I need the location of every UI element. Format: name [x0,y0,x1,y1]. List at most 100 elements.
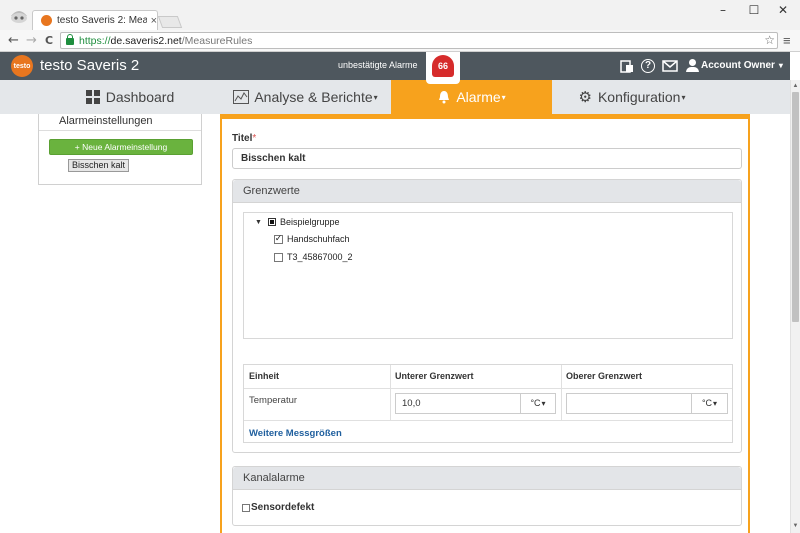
scroll-down-icon[interactable]: ▼ [791,521,800,531]
sensor-tree: ▼ Beispielgruppe ✓ Handschuhfach T3_4586… [243,212,733,339]
channel-alarms-section: Kanalalarme Sensordefekt [232,466,742,526]
divider [39,130,201,131]
column-header: Unterer Grenzwert [395,371,474,381]
account-menu[interactable]: Account Owner ▾ [686,59,783,72]
nav-alarms-label: Alarme [456,89,501,105]
user-icon [686,59,699,72]
item-checkbox[interactable] [274,252,283,262]
limits-heading: Grenzwerte [233,180,741,203]
column-header: Einheit [249,371,280,381]
url-path: /MeasureRules [181,34,253,47]
address-bar[interactable]: https:// de.saveris2.net /MeasureRules ☆ [60,32,778,49]
chevron-down-icon: ▾ [501,92,506,102]
lock-icon [66,34,74,45]
maximize-button[interactable]: ☐ [739,3,769,19]
scroll-up-icon[interactable]: ▲ [791,81,800,91]
column-divider [390,365,391,421]
sensor-defect-option[interactable]: Sensordefekt [242,502,314,513]
chevron-down-icon: ▾ [541,399,546,408]
alarm-bell-button[interactable]: 66 [426,52,460,84]
alarm-setting-item[interactable]: Bisschen kalt [68,159,129,172]
upper-limit-input[interactable] [566,393,692,414]
account-label: Account Owner [701,60,775,71]
panel-title: Alarmeinstellungen [59,115,153,127]
nav-configuration-label: Konfiguration [597,89,681,105]
sensor-defect-label: Sensordefekt [251,502,315,513]
upper-unit-label: °C [701,398,713,408]
nav-analysis-label: Analyse & Berichte [254,89,373,105]
url-protocol: https:// [79,34,111,47]
nav-dashboard[interactable]: Dashboard [40,80,220,114]
bell-icon [439,91,450,104]
sensor-defect-checkbox[interactable] [242,503,250,512]
close-window-button[interactable]: ✕ [768,3,798,19]
item-label: T3_45867000_2 [287,252,353,262]
app-name: testo Saveris 2 [40,57,140,74]
alarm-settings-panel: Alarmeinstellungen + Neue Alarmeinstellu… [38,114,202,185]
row-divider [244,420,732,421]
tree-item[interactable]: ✓ Handschuhfach [274,234,350,244]
new-alarm-setting-button[interactable]: + Neue Alarmeinstellung [49,139,193,155]
browser-tabstrip: testo Saveris 2: MeasureR × – ☐ ✕ [0,0,800,30]
nav-dashboard-label: Dashboard [105,89,175,105]
gear-icon: ⚙ [578,88,592,106]
item-label: Handschuhfach [287,234,350,244]
limits-table: Einheit Unterer Grenzwert Oberer Grenzwe… [243,364,733,443]
column-header: Oberer Grenzwert [566,371,643,381]
limits-section: Grenzwerte ▼ Beispielgruppe ✓ Handschuhf… [232,179,742,453]
group-label: Beispielgruppe [279,217,340,227]
nav-alarms[interactable]: Alarme ▾ [391,80,552,114]
bell-icon: 66 [432,55,454,77]
app-header: testo testo Saveris 2 unbestätigte Alarm… [0,52,790,80]
chart-icon [233,90,250,104]
tab-close-icon[interactable]: × [151,15,157,27]
lower-unit-dropdown[interactable]: °C▾ [520,393,556,414]
expand-triangle-icon[interactable]: ▼ [255,219,262,226]
alarm-count-badge: 66 [437,61,448,71]
help-icon[interactable]: ? [641,59,655,73]
chevron-down-icon: ▾ [778,61,783,70]
upper-unit-dropdown[interactable]: °C▾ [691,393,728,414]
devices-icon[interactable] [620,59,634,73]
minimize-button[interactable]: – [708,3,738,19]
mail-icon[interactable] [662,59,678,73]
main-navigation: Dashboard Analyse & Berichte ▾ Alarme ▾ … [0,80,790,114]
nav-configuration[interactable]: ⚙ Konfiguration ▾ [552,80,712,114]
browser-tab[interactable]: testo Saveris 2: MeasureR × [32,10,158,30]
tab-title: testo Saveris 2: MeasureR [57,15,147,26]
reload-icon[interactable]: C [45,34,53,47]
nav-analysis[interactable]: Analyse & Berichte ▾ [220,80,391,114]
column-divider [561,365,562,421]
favicon-icon [41,15,52,26]
channel-alarms-heading: Kanalalarme [233,467,741,490]
lower-limit-input[interactable]: 10,0 [395,393,521,414]
new-tab-button[interactable] [157,16,183,28]
required-marker: * [252,133,257,144]
page-scrollbar[interactable]: ▲ ▼ [790,80,800,533]
bookmark-star-icon[interactable]: ☆ [764,33,775,47]
forward-icon[interactable]: → [26,33,37,48]
unit-cell: Temperatur [249,395,298,406]
browser-toolbar: ← → C https:// de.saveris2.net /MeasureR… [0,30,800,52]
unconfirmed-alarms-label[interactable]: unbestätigte Alarme [338,60,418,70]
chevron-down-icon: ▾ [713,399,718,408]
title-label-text: Titel [232,133,253,144]
scroll-thumb[interactable] [792,92,799,322]
back-icon[interactable]: ← [8,33,19,48]
group-checkbox[interactable] [267,218,276,226]
title-input[interactable]: Bisschen kalt [232,148,742,169]
testo-logo[interactable]: testo [11,55,33,77]
lower-unit-label: °C [530,398,541,408]
chevron-down-icon: ▾ [681,92,686,102]
new-alarm-setting-label: Neue Alarmeinstellung [82,142,168,152]
title-label: Titel* [232,133,256,144]
dashboard-icon [85,90,100,104]
user-profile-icon[interactable] [8,4,30,26]
chevron-down-icon: ▾ [373,92,378,102]
item-checkbox-checked[interactable]: ✓ [274,234,283,244]
alarm-edit-form: Titel* Bisschen kalt Grenzwerte ▼ Beispi… [220,119,750,533]
tree-item[interactable]: T3_45867000_2 [274,252,353,262]
tree-group[interactable]: ▼ Beispielgruppe [255,217,339,227]
more-measurands-link[interactable]: Weitere Messgrößen [249,428,342,439]
browser-menu-icon[interactable]: ≡ [783,33,791,48]
